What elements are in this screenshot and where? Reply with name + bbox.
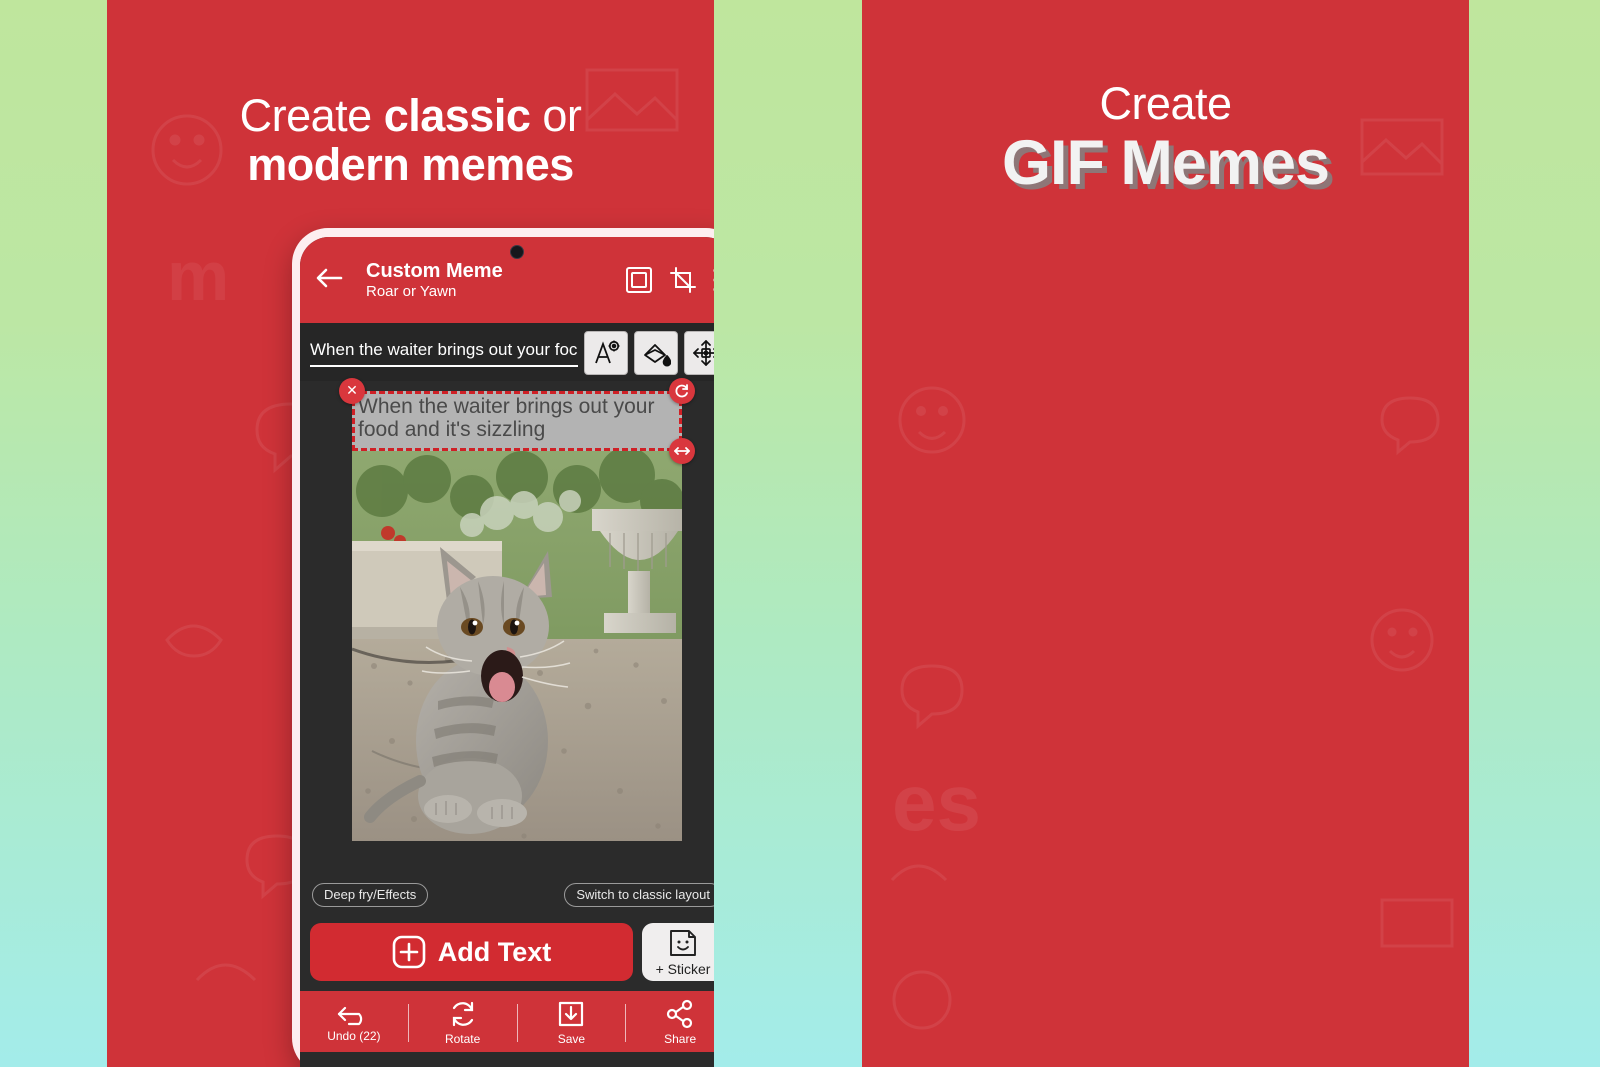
meme-text-input[interactable]: When the waiter brings out your foc: [310, 340, 578, 367]
headline-gif-line1: Create: [1099, 78, 1232, 129]
save-button[interactable]: Save: [518, 999, 626, 1046]
resize-handle[interactable]: [669, 438, 695, 464]
headline-line2: modern memes: [247, 138, 574, 190]
input-underline: [310, 364, 578, 367]
selection-box: [352, 391, 682, 451]
rotate-button[interactable]: Rotate: [409, 999, 517, 1046]
back-arrow-icon[interactable]: [314, 266, 348, 295]
panel-classic-meme: es m Create classic or modern memes Cust…: [107, 0, 714, 1067]
bottom-nav-classic: Undo (22) Rotate Save Share: [300, 991, 714, 1052]
action-bar-classic: Add Text + Sticker: [300, 915, 714, 991]
meme-text-input-value: When the waiter brings out your foc: [310, 339, 578, 359]
save-label: Save: [557, 1032, 586, 1046]
page-title: Custom Meme: [366, 259, 503, 282]
crop-icon[interactable]: [669, 266, 697, 294]
rotate-handle[interactable]: [669, 378, 695, 404]
share-button[interactable]: Share: [626, 999, 714, 1046]
pill-row-classic: Deep fry/Effects Switch to classic layou…: [300, 877, 714, 915]
frame-icon[interactable]: [625, 266, 653, 294]
meme-photo-kitten: [352, 451, 682, 841]
meme-text-overlay[interactable]: When the waiter brings out your food and…: [339, 378, 695, 464]
undo-label: Undo (22): [327, 1029, 381, 1043]
front-camera: [510, 245, 524, 259]
switch-layout-button[interactable]: Switch to classic layout: [564, 883, 714, 907]
color-fill-icon[interactable]: [634, 331, 678, 375]
page-subtitle: Roar or Yawn: [366, 282, 457, 300]
deep-fry-effects-button[interactable]: Deep fry/Effects: [312, 883, 429, 907]
text-input-row-classic: When the waiter brings out your foc: [300, 323, 714, 381]
font-settings-icon[interactable]: [584, 331, 628, 375]
add-text-button[interactable]: Add Text: [310, 923, 633, 981]
headline-classic: Create classic or modern memes: [107, 90, 714, 190]
sticker-label: + Sticker: [655, 961, 711, 977]
panel-gif-meme: es Create GIF Memes Add Text: [862, 0, 1469, 1067]
svg-text:m: m: [167, 237, 229, 315]
app-bar-classic: Custom Meme Roar or Yawn: [300, 237, 714, 323]
meme-canvas-classic[interactable]: When the waiter brings out your food and…: [300, 378, 714, 877]
meme-card: When the waiter brings out your food and…: [339, 378, 695, 841]
move-position-icon[interactable]: [684, 331, 714, 375]
share-label: Share: [664, 1032, 697, 1046]
headline-line1-bold: classic: [383, 90, 531, 141]
close-handle[interactable]: ✕: [339, 378, 365, 404]
app-bar-title-block: Custom Meme Roar or Yawn: [348, 260, 625, 301]
headline-line1-tail: or: [530, 90, 582, 141]
headline-line1-normal: Create: [239, 90, 384, 141]
sticker-button[interactable]: + Sticker: [642, 923, 714, 981]
kebab-menu-icon[interactable]: [713, 267, 714, 293]
svg-text:es: es: [892, 758, 981, 847]
rotate-label: Rotate: [444, 1032, 481, 1046]
phone-mockup-classic: Custom Meme Roar or Yawn When the waiter…: [292, 228, 714, 1067]
headline-gif: Create GIF Memes: [862, 78, 1469, 198]
undo-button[interactable]: Undo (22): [300, 1002, 408, 1043]
add-text-label: Add Text: [437, 936, 552, 967]
headline-gif-line2: GIF Memes: [1001, 127, 1330, 198]
